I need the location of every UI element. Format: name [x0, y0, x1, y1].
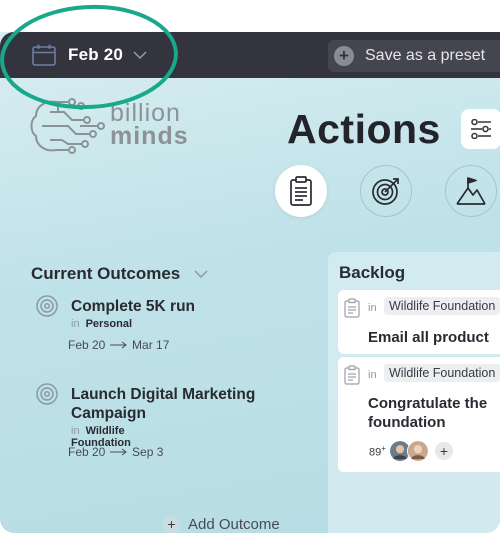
start-date: Feb 20: [68, 338, 106, 352]
outcome-name: Complete 5K run: [71, 298, 196, 315]
clipboard-icon: [344, 365, 360, 385]
target-icon: [36, 295, 58, 317]
in-label: in: [71, 318, 80, 330]
current-outcomes-label: Current Outcomes: [31, 264, 181, 283]
chevron-down-icon: [133, 51, 147, 60]
target-icon: [36, 383, 58, 405]
outcome-dates: Feb 20 Mar 17: [68, 338, 169, 352]
end-date: Sep 3: [132, 445, 164, 459]
chevron-down-icon: [194, 269, 208, 278]
task-title: Email all product: [368, 329, 489, 346]
in-label: in: [71, 425, 80, 437]
in-label: in: [368, 369, 377, 381]
logo-wordmark: billion minds: [110, 101, 189, 150]
target-icon: [372, 178, 399, 205]
add-assignee-button[interactable]: +: [434, 442, 453, 460]
tab-actions[interactable]: [275, 165, 327, 217]
tab-goals[interactable]: [445, 165, 497, 217]
mountain-flag-icon: [456, 177, 486, 205]
outcome-dates: Feb 20 Sep 3: [68, 445, 163, 459]
end-date: Mar 17: [132, 338, 170, 352]
backlog-card[interactable]: in Wildlife Foundation Congratulate the …: [338, 357, 500, 472]
top-bar: Feb 20 + Save as a preset: [0, 32, 500, 78]
app-window: Feb 20 + Save as a preset billion minds …: [0, 32, 500, 533]
project-tag[interactable]: Wildlife Foundation: [384, 297, 500, 315]
clipboard-icon: [290, 176, 312, 206]
avatar[interactable]: [406, 440, 429, 462]
logo-line-2: minds: [110, 122, 189, 150]
clipboard-icon: [344, 298, 360, 318]
sliders-icon: [471, 119, 491, 139]
arrow-right-icon: [109, 341, 127, 349]
arrow-right-icon: [109, 448, 127, 456]
backlog-column: Backlog in Wildlife Foundation Email all…: [328, 252, 500, 533]
date-label: Feb 20: [68, 45, 124, 64]
save-preset-button[interactable]: + Save as a preset: [328, 40, 500, 72]
in-label: in: [368, 302, 377, 314]
add-outcome-label: Add Outcome: [188, 516, 280, 533]
project-name: Personal: [85, 318, 133, 330]
backlog-title: Backlog: [339, 263, 406, 282]
plus-icon: +: [163, 516, 180, 533]
brain-circuit-logo-icon: [30, 98, 105, 154]
page-title: Actions: [287, 106, 441, 152]
outcome-project: in Personal: [71, 318, 132, 330]
task-title-line-1: Congratulate the: [368, 395, 488, 412]
backlog-card[interactable]: in Wildlife Foundation Email all product: [338, 290, 500, 354]
calendar-icon: [32, 44, 56, 66]
current-outcomes-dropdown[interactable]: Current Outcomes: [31, 264, 208, 284]
outcome-name: Launch Digital Marketing Campaign: [71, 386, 256, 422]
plus-circle-icon: +: [334, 46, 354, 66]
date-selector[interactable]: Feb 20: [32, 44, 147, 66]
tab-outcomes[interactable]: [360, 165, 412, 217]
comment-count: 89+: [369, 443, 386, 459]
start-date: Feb 20: [68, 445, 106, 459]
filter-button[interactable]: [461, 109, 500, 149]
add-outcome-button[interactable]: + Add Outcome: [163, 516, 280, 533]
project-tag[interactable]: Wildlife Foundation: [384, 364, 500, 382]
task-title-line-2: foundation: [368, 414, 446, 431]
card-meta: 89+ +: [369, 440, 453, 462]
save-preset-label: Save as a preset: [365, 47, 486, 64]
